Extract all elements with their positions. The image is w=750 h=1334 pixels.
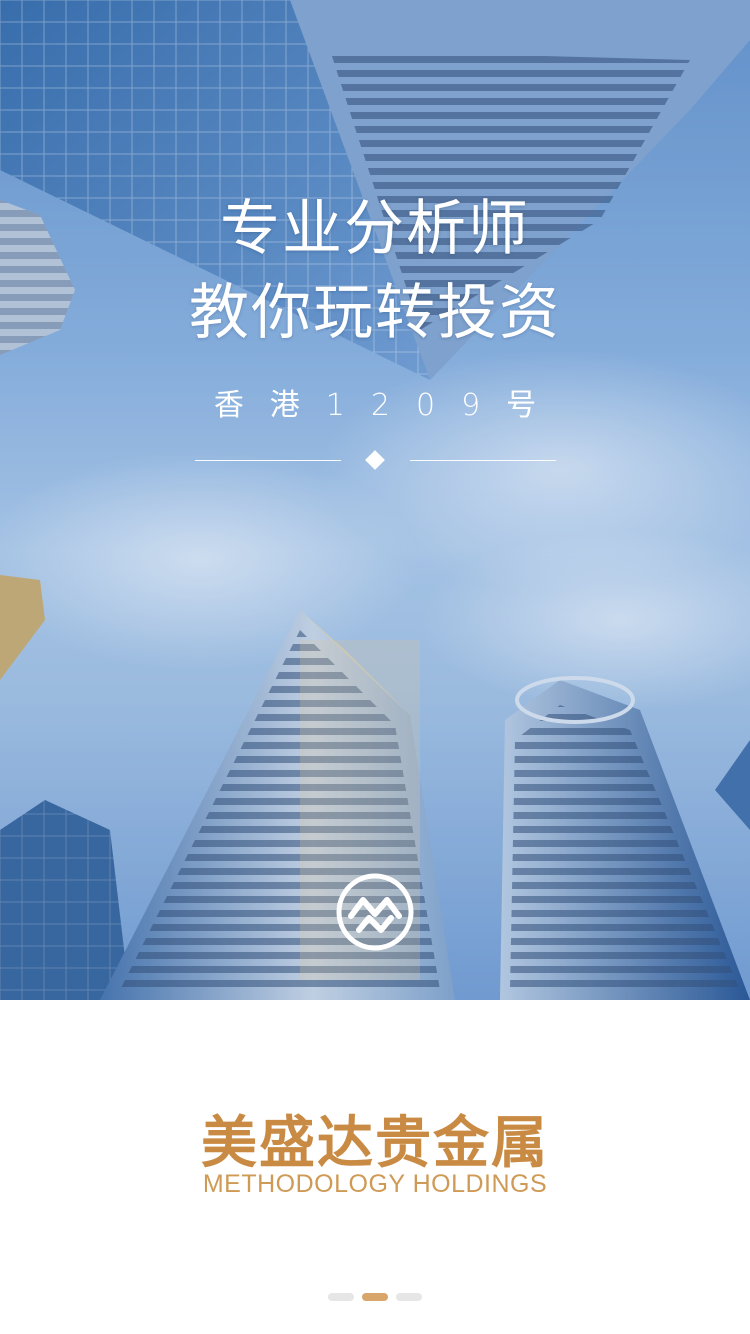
brand-emblem-icon [336,873,414,951]
divider-line-right [410,460,556,461]
brand-name-cn: 美盛达贵金属 [201,1111,549,1176]
page-indicator-dot-2-active[interactable] [362,1293,388,1301]
hero-banner: 专业分析师 教你玩转投资 香港1209号 [0,0,750,1000]
brand-name-en: METHODOLOGY HOLDINGS [202,1170,548,1198]
page-indicator [328,1293,422,1301]
headline-line-2: 教你玩转投资 [189,278,561,348]
address-text: 香港1209号 [213,388,563,423]
divider-line-left [195,460,341,461]
skyscraper-background-image [0,0,750,1000]
page-indicator-dot-3[interactable] [396,1293,422,1301]
headline-line-1: 专业分析师 [220,194,530,264]
page-indicator-dot-1[interactable] [328,1293,354,1301]
